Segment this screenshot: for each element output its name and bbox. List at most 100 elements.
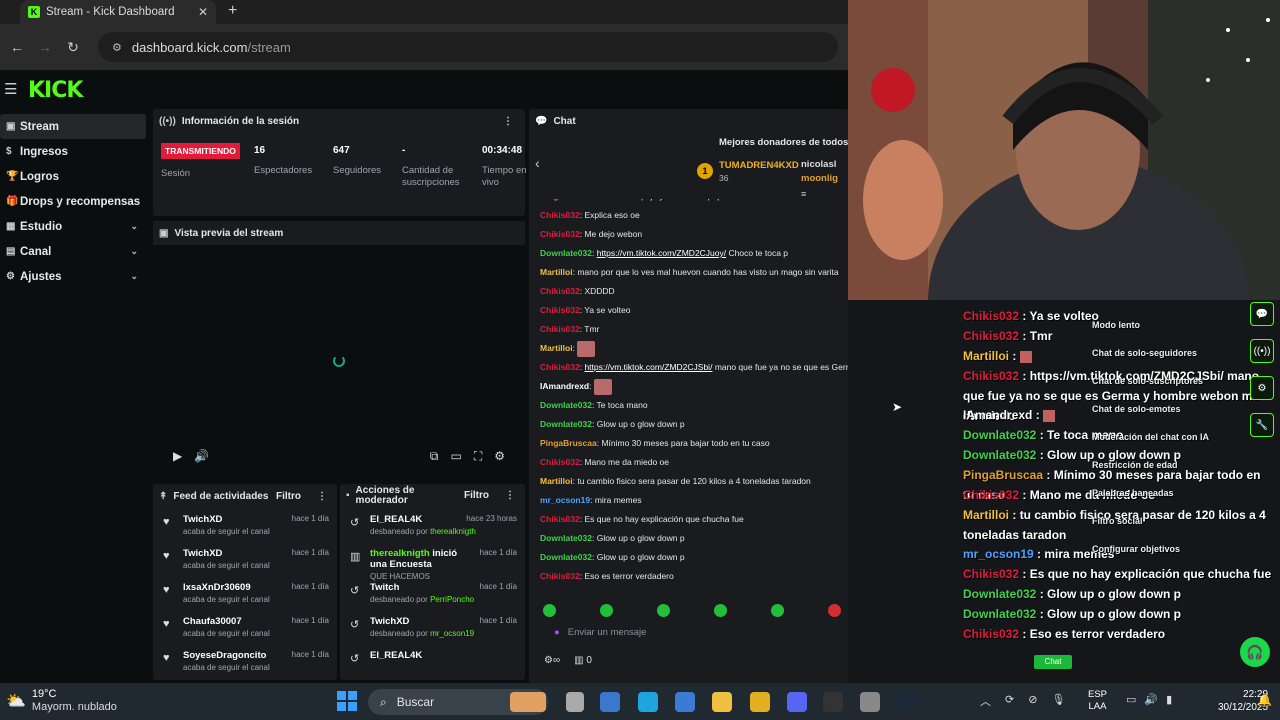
moderation-menu-item[interactable]: Chat de solo-suscriptores: [1092, 376, 1203, 386]
more-options-icon[interactable]: ⋮: [317, 491, 327, 502]
miniplayer-icon[interactable]: ⧉: [430, 449, 439, 464]
sidebar-item[interactable]: 🎁 Drops y recompensas: [0, 189, 146, 214]
steam-icon[interactable]: [897, 692, 917, 712]
folder-icon[interactable]: [712, 692, 732, 712]
overlay-side-icon[interactable]: 🔧: [1250, 413, 1274, 437]
microphone-icon[interactable]: ●: [554, 627, 560, 638]
filter-button[interactable]: Filtro: [276, 491, 301, 502]
tray-app-icon[interactable]: ⟳: [1005, 693, 1014, 709]
mod-user[interactable]: El_REAL4K: [370, 650, 422, 661]
emote-icon[interactable]: [828, 604, 841, 617]
chat-username[interactable]: Chikis032: [540, 210, 580, 220]
emote-icon[interactable]: [714, 604, 727, 617]
overlay-chat-button[interactable]: Chat: [1034, 655, 1072, 669]
reload-icon[interactable]: ↻: [62, 39, 84, 56]
chat-username[interactable]: PingaBruscaa: [540, 199, 597, 201]
chat-username[interactable]: mr_ocson19: [540, 495, 590, 505]
weather-widget[interactable]: ⛅ 19°C Mayorm. nublado: [6, 688, 117, 714]
chat-username[interactable]: IAmandrexd: [540, 381, 589, 391]
chat-input[interactable]: ● Enviar un mensaje: [544, 621, 848, 643]
fullscreen-icon[interactable]: ⛶: [474, 449, 482, 464]
tray-chevron-icon[interactable]: ︿: [980, 693, 991, 709]
menu-icon[interactable]: ☰: [4, 80, 17, 98]
url-input[interactable]: ⚙ dashboard.kick.com/stream: [98, 32, 838, 62]
new-tab-button[interactable]: +: [228, 2, 244, 20]
chat-settings-icon[interactable]: ⚙∞: [544, 655, 560, 666]
chevron-down-icon[interactable]: ⌄: [130, 246, 138, 257]
moderation-menu-item[interactable]: Moderación del chat con IA: [1092, 432, 1209, 442]
app-icon[interactable]: [860, 692, 880, 712]
chevron-down-icon[interactable]: ⌄: [130, 271, 138, 282]
mail-icon[interactable]: [600, 692, 620, 712]
chat-username[interactable]: PingaBruscaa: [540, 438, 597, 448]
edge-icon[interactable]: [638, 692, 658, 712]
chat-username[interactable]: Martilloi: [540, 343, 573, 353]
notifications-icon[interactable]: 🔔: [1257, 693, 1272, 707]
chat-username[interactable]: Chikis032: [540, 286, 580, 296]
file-icon[interactable]: [566, 692, 584, 712]
moderation-menu-item[interactable]: Configurar objetivos: [1092, 544, 1180, 554]
volume-icon[interactable]: 🔊: [194, 449, 209, 463]
moderation-menu-item[interactable]: Chat de solo-emotes: [1092, 404, 1181, 414]
mod-user[interactable]: TwichXD: [370, 616, 409, 627]
mod-by-user[interactable]: mr_ocson19: [430, 629, 474, 638]
chat-username[interactable]: Downlate032: [540, 248, 592, 258]
forward-icon[interactable]: →: [34, 39, 56, 55]
tray-mute-icon[interactable]: ⊘: [1028, 693, 1037, 709]
emote-icon[interactable]: [543, 604, 556, 617]
points-icon[interactable]: ▥ 0: [574, 655, 592, 666]
moderation-menu-item[interactable]: Restricción de edad: [1092, 460, 1178, 470]
more-options-icon[interactable]: ⋮: [505, 491, 515, 501]
chat-username[interactable]: Downlate032: [540, 400, 592, 410]
emote-icon[interactable]: [600, 604, 613, 617]
chat-username[interactable]: Chikis032: [540, 305, 580, 315]
chat-username[interactable]: Martilloi: [540, 476, 573, 486]
chat-username[interactable]: Downlate032: [540, 552, 592, 562]
overlay-side-icon[interactable]: ⚙: [1250, 376, 1274, 400]
back-chevron-icon[interactable]: ‹: [535, 155, 540, 171]
chat-username[interactable]: Martilloi: [540, 267, 573, 277]
emote-icon[interactable]: [657, 604, 670, 617]
mod-by-user[interactable]: PerriPoncho: [430, 595, 474, 604]
weather-app-icon[interactable]: [510, 692, 546, 712]
moderation-menu-item[interactable]: Modo lento: [1092, 320, 1140, 330]
chat-username[interactable]: Chikis032: [540, 362, 580, 372]
chrome-icon[interactable]: [750, 692, 770, 712]
tray-mic-icon[interactable]: 🎙: [1051, 693, 1065, 709]
chat-link[interactable]: https://vm.tiktok.com/ZMD2CJSbi/: [584, 362, 712, 372]
sidebar-item[interactable]: ▣ Stream: [0, 114, 146, 139]
kick-logo[interactable]: KICK: [28, 78, 83, 103]
more-options-icon[interactable]: ⋮: [503, 116, 513, 127]
chat-link[interactable]: https://vm.tiktok.com/ZMD2CJuoy/: [597, 248, 726, 258]
emote-icon[interactable]: [771, 604, 784, 617]
chat-username[interactable]: Downlate032: [540, 533, 592, 543]
sidebar-item[interactable]: $ Ingresos: [0, 139, 146, 164]
mod-user[interactable]: therealknigth: [370, 548, 430, 559]
discord-icon[interactable]: [787, 692, 807, 712]
mod-by-user[interactable]: therealknigth: [430, 527, 476, 536]
play-icon[interactable]: ▶: [173, 449, 182, 463]
moderation-menu-item[interactable]: Chat de solo-seguidores: [1092, 348, 1197, 358]
sidebar-item[interactable]: ⚙ Ajustes ⌄: [0, 264, 146, 289]
overlay-side-icon[interactable]: ((•)): [1250, 339, 1274, 363]
obs-icon[interactable]: [823, 692, 843, 712]
site-settings-icon[interactable]: ⚙: [112, 41, 122, 54]
chat-username[interactable]: Downlate032: [540, 419, 592, 429]
theater-icon[interactable]: ▭: [450, 449, 461, 463]
overlay-side-icon[interactable]: 💬: [1250, 302, 1274, 326]
system-status[interactable]: ▭ 🔊 ▮: [1126, 693, 1172, 706]
windows-start-icon[interactable]: [337, 691, 357, 711]
tab-kick-dashboard[interactable]: K Stream - Kick Dashboard ✕: [20, 0, 216, 24]
sidebar-item[interactable]: ▦ Estudio ⌄: [0, 214, 146, 239]
sidebar-item[interactable]: 🏆 Logros: [0, 164, 146, 189]
chat-username[interactable]: Chikis032: [540, 571, 580, 581]
mod-user[interactable]: Twitch: [370, 582, 399, 593]
settings-gear-icon[interactable]: ⚙: [494, 449, 505, 463]
chat-username[interactable]: Chikis032: [540, 457, 580, 467]
close-tab-icon[interactable]: ✕: [198, 5, 208, 19]
moderation-menu-item[interactable]: Filtro social: [1092, 516, 1143, 526]
back-icon[interactable]: ←: [6, 39, 28, 55]
store-icon[interactable]: [675, 692, 695, 712]
mod-user[interactable]: El_REAL4K: [370, 514, 422, 525]
input-language[interactable]: ESP LAA: [1088, 689, 1107, 713]
